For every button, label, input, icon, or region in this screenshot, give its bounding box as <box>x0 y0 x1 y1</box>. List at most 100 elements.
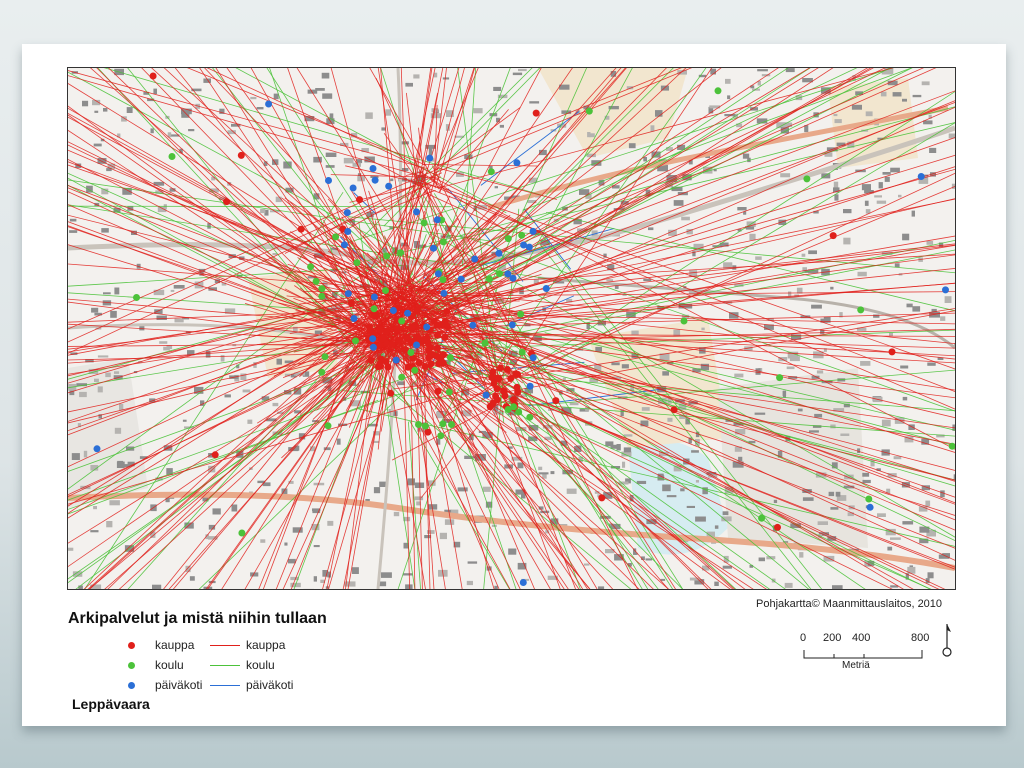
building <box>93 143 102 147</box>
building <box>862 479 871 484</box>
building <box>508 548 517 555</box>
building <box>735 429 746 435</box>
paivakoti-point <box>93 445 101 453</box>
kauppa-point <box>347 299 355 307</box>
building <box>518 68 527 72</box>
paivakoti-point <box>504 270 512 278</box>
building <box>902 521 914 525</box>
building <box>695 480 699 483</box>
koulu-point <box>496 270 503 278</box>
building <box>830 507 839 510</box>
building <box>940 490 945 498</box>
koulu-point-symbol <box>128 662 135 669</box>
basemap-credit: Pohjakartta© Maanmittauslaitos, 2010 <box>756 598 943 610</box>
kauppa-point <box>829 232 837 240</box>
building <box>611 362 620 366</box>
building <box>538 472 549 475</box>
building <box>562 377 566 381</box>
building <box>840 433 850 436</box>
building <box>902 233 910 241</box>
building <box>940 316 946 321</box>
koulu-point <box>318 292 326 300</box>
kauppa-point <box>237 151 245 159</box>
building <box>782 390 787 396</box>
building <box>174 318 184 323</box>
paivakoti-point <box>433 216 441 224</box>
building <box>260 539 266 543</box>
paivakoti-point <box>369 165 377 172</box>
building <box>83 450 88 458</box>
building <box>327 520 334 526</box>
koulu-point <box>517 310 525 318</box>
paivakoti-point <box>942 286 949 294</box>
building <box>802 497 814 501</box>
building <box>809 430 819 433</box>
building <box>94 378 99 382</box>
building <box>494 585 498 589</box>
building <box>321 72 330 79</box>
paivakoti-point <box>340 241 348 249</box>
koulu-point <box>420 219 428 227</box>
building <box>742 153 750 159</box>
paivakoti-point <box>469 321 477 329</box>
kauppa-point <box>670 406 678 414</box>
kauppa-point <box>383 328 391 335</box>
building <box>786 366 795 370</box>
building <box>315 88 325 91</box>
koulu-point <box>803 175 811 183</box>
building <box>517 462 524 469</box>
building <box>212 508 221 515</box>
kauppa-point <box>421 363 429 370</box>
building <box>808 250 817 255</box>
building <box>882 172 891 175</box>
building <box>114 371 120 374</box>
building <box>126 107 133 113</box>
kauppa-line-symbol <box>210 645 240 646</box>
building <box>170 289 175 292</box>
building <box>878 182 883 189</box>
paivakoti-point <box>519 579 527 586</box>
koulu-point <box>714 87 722 95</box>
building <box>272 253 278 256</box>
building <box>832 585 843 589</box>
building <box>811 304 822 309</box>
koulu-point <box>133 294 140 301</box>
kauppa-point <box>430 317 438 325</box>
building <box>843 209 852 214</box>
paivakoti-point <box>413 341 420 349</box>
building <box>397 381 405 386</box>
building <box>109 500 120 506</box>
paivakoti-point <box>423 323 431 331</box>
koulu-point <box>446 354 454 361</box>
building <box>643 157 647 162</box>
building <box>82 100 89 107</box>
building <box>797 408 803 412</box>
paivakoti-point <box>430 244 437 252</box>
koulu-point <box>421 422 429 430</box>
building <box>833 113 838 117</box>
building <box>701 327 705 331</box>
building <box>71 453 80 460</box>
building <box>105 372 111 378</box>
building <box>944 296 952 303</box>
building <box>722 565 732 569</box>
building <box>103 108 108 112</box>
paivakoti-point <box>349 184 357 192</box>
kauppa-point <box>532 109 540 117</box>
koulu-point <box>324 422 332 430</box>
koulu-point <box>439 238 447 246</box>
building <box>159 341 168 344</box>
paivakoti-point-symbol <box>128 682 135 689</box>
map[interactable] <box>67 67 956 590</box>
building <box>405 82 413 87</box>
building <box>622 461 626 468</box>
building <box>621 364 629 369</box>
building <box>106 521 113 528</box>
kauppa-point <box>211 451 219 459</box>
paivakoti-point <box>369 343 377 351</box>
building <box>887 546 893 551</box>
building <box>686 505 695 508</box>
koulu-point <box>238 529 246 537</box>
kauppa-point <box>380 334 387 342</box>
building <box>119 403 124 411</box>
